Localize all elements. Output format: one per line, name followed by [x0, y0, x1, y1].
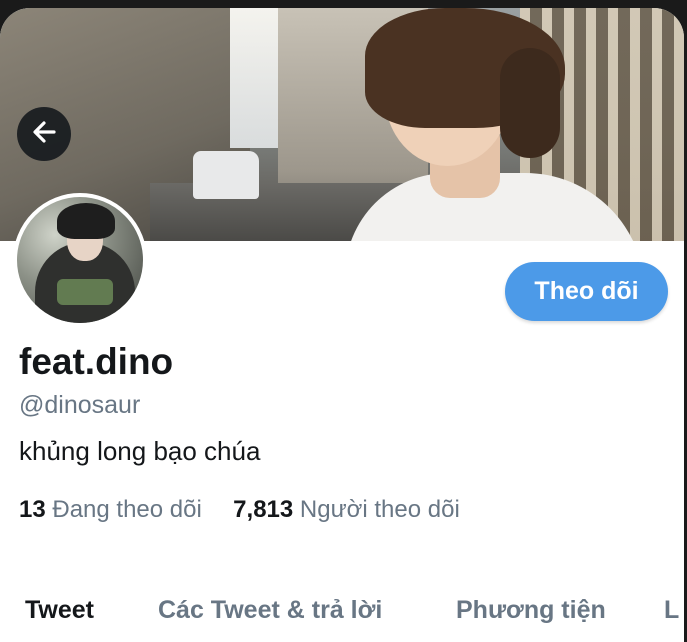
handle: @dinosaur [19, 391, 141, 419]
followers-count: 7,813 [233, 496, 294, 523]
tab-tweets-and-replies[interactable]: Các Tweet & trả lời [158, 596, 382, 625]
follow-stats: 13 Đang theo dõi 7,813 Người theo dõi [19, 496, 460, 524]
avatar[interactable] [13, 193, 147, 327]
tab-likes[interactable]: L [664, 596, 679, 625]
back-button[interactable] [17, 107, 71, 161]
bio: khủng long bạo chúa [19, 436, 261, 466]
following-label: Đang theo dõi [52, 496, 202, 523]
tab-media[interactable]: Phương tiện [456, 596, 606, 625]
profile-tabs: Tweet Các Tweet & trả lời Phương tiện L [0, 588, 684, 642]
follow-button[interactable]: Theo dõi [505, 262, 668, 321]
tab-tweets[interactable]: Tweet [25, 596, 94, 625]
following-link[interactable]: 13 Đang theo dõi [19, 496, 209, 523]
followers-link[interactable]: 7,813 Người theo dõi [233, 496, 460, 523]
display-name: feat.dino [19, 341, 174, 382]
followers-label: Người theo dõi [299, 496, 460, 523]
arrow-left-icon [29, 117, 59, 152]
profile-screen: Theo dõi feat.dino @dinosaur khủng long … [0, 8, 684, 642]
following-count: 13 [19, 496, 46, 523]
